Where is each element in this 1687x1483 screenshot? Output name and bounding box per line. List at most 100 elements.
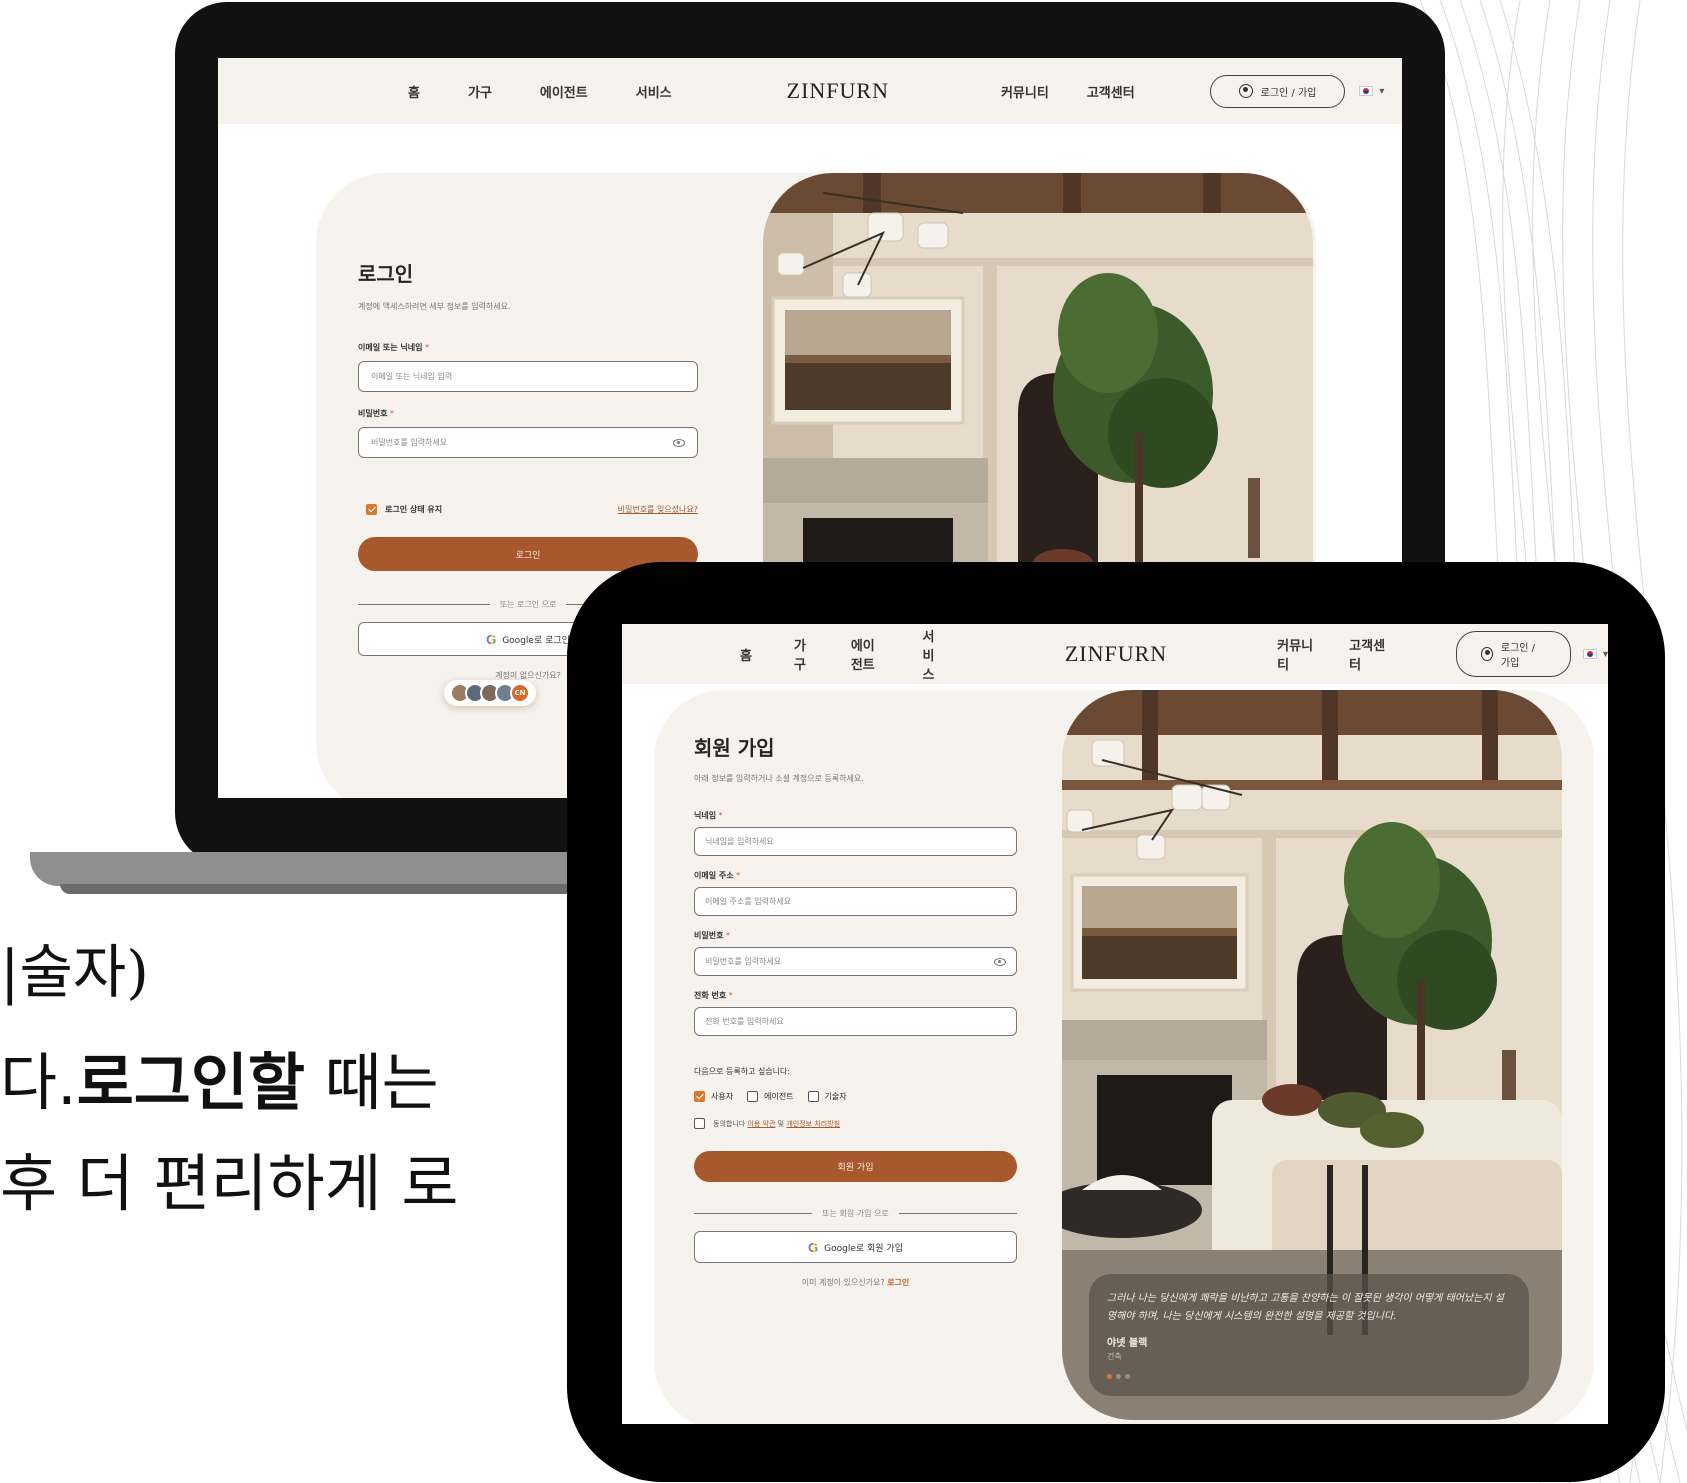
divider-label: 또는 로그인 으로 bbox=[499, 600, 557, 609]
role-user-label: 사용자 bbox=[711, 1092, 734, 1101]
nav-right: 커뮤니티 고객센터 bbox=[1001, 82, 1135, 101]
background-text-line-3: 후 더 편리하게 로 bbox=[0, 1147, 459, 1220]
korea-flag-icon bbox=[1582, 649, 1597, 659]
testimonial-name: 야넷 블랙 bbox=[1107, 1338, 1148, 1349]
role-technician-checkbox[interactable]: 기술자 bbox=[807, 1091, 847, 1102]
password-label-row: 비밀번호 * bbox=[358, 408, 698, 419]
avatar-initials: CN bbox=[510, 683, 530, 703]
nav-services[interactable]: 서비스 bbox=[636, 82, 672, 101]
carousel-dot-active[interactable] bbox=[1107, 1374, 1112, 1379]
email-label-row: 이메일 주소 * bbox=[694, 870, 1017, 881]
nickname-label: 닉네임 bbox=[694, 811, 717, 820]
signup-subtitle: 아래 정보를 입력하거나 소셜 계정으로 등록하세요. bbox=[694, 774, 864, 783]
agree-text: 동의합니다 이용 약관 및 개인정보 처리방침 bbox=[713, 1119, 840, 1129]
role-technician-label: 기술자 bbox=[824, 1092, 847, 1101]
password-input[interactable]: 비밀번호를 입력하세요 bbox=[358, 427, 698, 458]
carousel-dots bbox=[1107, 1374, 1511, 1379]
language-selector[interactable]: ▾ bbox=[1582, 649, 1608, 660]
eye-icon[interactable] bbox=[994, 957, 1006, 966]
divider-line bbox=[694, 1212, 813, 1215]
nav-right: 커뮤니티 고객센터 bbox=[1277, 635, 1386, 673]
google-login-label: Google로 로그인 bbox=[502, 635, 570, 646]
testimonial-card: 그러나 나는 당신에게 쾌락을 비난하고 고통을 찬양하는 이 잘못된 생각이 … bbox=[1089, 1274, 1529, 1396]
login-submit-label: 로그인 bbox=[515, 550, 541, 561]
user-circle-icon bbox=[1481, 647, 1493, 661]
agree-prefix: 동의합니다 bbox=[713, 1119, 746, 1128]
login-subtitle: 계정에 액세스하려면 세부 정보를 입력하세요. bbox=[358, 302, 511, 311]
remember-row: 로그인 상태 유지 비밀번호를 잊으셨나요? bbox=[358, 504, 698, 515]
testimonial-role: 건축 bbox=[1107, 1352, 1122, 1361]
bg-text-pre: 다. bbox=[0, 1046, 77, 1119]
checkbox-empty-icon bbox=[807, 1091, 819, 1102]
email-input[interactable]: 이메일 또는 닉네임 입력 bbox=[358, 361, 698, 392]
nav-furniture[interactable]: 가구 bbox=[468, 82, 492, 101]
divider-line bbox=[358, 603, 490, 606]
password-input[interactable]: 비밀번호를 입력하세요 bbox=[694, 947, 1017, 976]
no-account-text: 계정이 없으신가요? bbox=[495, 671, 561, 680]
password-placeholder: 비밀번호를 입력하세요 bbox=[705, 957, 782, 966]
register-as-label: 다음으로 등록하고 싶습니다: bbox=[694, 1067, 791, 1076]
required-mark: * bbox=[718, 811, 723, 820]
email-label-row: 이메일 또는 닉네임 * bbox=[358, 342, 698, 353]
login-title: 로그인 bbox=[358, 262, 414, 286]
google-signup-button[interactable]: G Google로 회원 가입 bbox=[694, 1231, 1017, 1263]
background-text-line-1: |술자) bbox=[0, 938, 149, 1006]
agree-and: 및 bbox=[777, 1119, 785, 1128]
nav-agent[interactable]: 에이전트 bbox=[851, 635, 881, 673]
nav-services[interactable]: 서비스 bbox=[923, 626, 945, 683]
have-account-row: 이미 계정이 있으신가요? 로그인 bbox=[694, 1277, 1017, 1288]
forgot-password-link[interactable]: 비밀번호를 잊으셨나요? bbox=[618, 504, 698, 515]
checkbox-empty-icon bbox=[747, 1091, 759, 1102]
remember-checkbox[interactable]: 로그인 상태 유지 bbox=[358, 504, 442, 515]
terms-link[interactable]: 이용 약관 bbox=[747, 1120, 775, 1128]
signup-submit-button[interactable]: 회원 가입 bbox=[694, 1151, 1017, 1182]
nickname-label-row: 닉네임 * bbox=[694, 810, 1017, 821]
nav-support[interactable]: 고객센터 bbox=[1087, 82, 1135, 101]
email-label: 이메일 주소 bbox=[694, 871, 734, 880]
password-placeholder: 비밀번호를 입력하세요 bbox=[371, 438, 448, 447]
bg-text-bold: 로그인할 bbox=[76, 1046, 305, 1119]
phone-placeholder: 전화 번호를 입력하세요 bbox=[705, 1017, 784, 1026]
required-mark: * bbox=[728, 991, 733, 1000]
nav-home[interactable]: 홈 bbox=[408, 82, 420, 101]
email-label: 이메일 또는 닉네임 bbox=[358, 343, 423, 352]
required-mark: * bbox=[390, 409, 394, 418]
nickname-input[interactable]: 닉네임을 입력하세요 bbox=[694, 827, 1017, 856]
role-user-checkbox[interactable]: 사용자 bbox=[694, 1091, 733, 1102]
email-placeholder: 이메일 또는 닉네임 입력 bbox=[371, 372, 453, 381]
eye-icon[interactable] bbox=[673, 438, 685, 447]
role-agent-checkbox[interactable]: 에이전트 bbox=[747, 1091, 794, 1102]
required-mark: * bbox=[726, 931, 730, 940]
nav-furniture[interactable]: 가구 bbox=[794, 635, 809, 673]
nav-support[interactable]: 고객센터 bbox=[1349, 635, 1386, 673]
role-options: 사용자 에이전트 기술자 bbox=[694, 1091, 1017, 1102]
caret-down-icon: ▾ bbox=[1379, 85, 1385, 97]
google-icon: G bbox=[808, 1239, 819, 1255]
nav-home[interactable]: 홈 bbox=[740, 645, 752, 664]
nav-agent[interactable]: 에이전트 bbox=[540, 82, 588, 101]
login-signup-button[interactable]: 로그인 / 가입 bbox=[1209, 74, 1346, 108]
language-selector[interactable]: ▾ bbox=[1359, 86, 1384, 97]
carousel-dot[interactable] bbox=[1116, 1374, 1121, 1379]
email-input[interactable]: 이메일 주소를 입력하세요 bbox=[694, 887, 1017, 916]
or-divider: 또는 회원 가입 으로 bbox=[694, 1208, 1018, 1219]
nav-community[interactable]: 커뮤니티 bbox=[1277, 635, 1314, 673]
signup-title: 회원 가입 bbox=[694, 736, 775, 760]
user-circle-icon bbox=[1238, 84, 1253, 98]
carousel-dot[interactable] bbox=[1125, 1374, 1130, 1379]
google-signup-label: Google로 회원 가입 bbox=[824, 1243, 903, 1254]
password-label: 비밀번호 bbox=[694, 931, 724, 940]
login-link[interactable]: 로그인 bbox=[887, 1278, 909, 1287]
privacy-link[interactable]: 개인정보 처리방침 bbox=[786, 1120, 840, 1128]
logo[interactable]: ZINFURN bbox=[1065, 641, 1167, 667]
nav-left: 홈 가구 에이전트 서비스 bbox=[740, 626, 945, 683]
agree-terms-checkbox[interactable]: 동의합니다 이용 약관 및 개인정보 처리방침 bbox=[694, 1118, 1017, 1129]
avatar-group: CN bbox=[444, 680, 536, 706]
bg-text-post: 때는 bbox=[304, 1046, 439, 1119]
role-agent-label: 에이전트 bbox=[764, 1092, 794, 1101]
logo[interactable]: ZINFURN bbox=[787, 78, 889, 104]
phone-input[interactable]: 전화 번호를 입력하세요 bbox=[694, 1007, 1017, 1036]
nav-community[interactable]: 커뮤니티 bbox=[1001, 82, 1049, 101]
login-signup-button[interactable]: 로그인 / 가입 bbox=[1456, 631, 1571, 677]
required-mark: * bbox=[736, 871, 741, 880]
